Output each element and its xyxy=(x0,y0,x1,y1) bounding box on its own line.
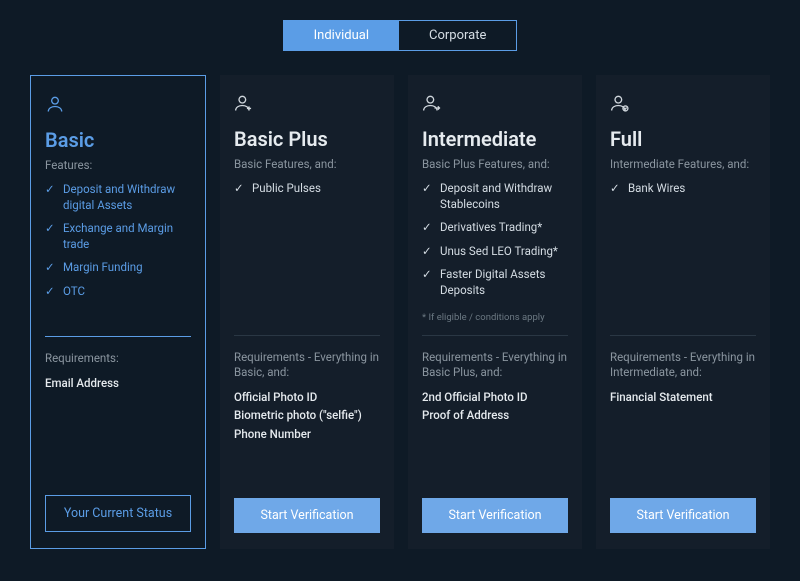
feature-item: Faster Digital Assets Deposits xyxy=(440,267,545,297)
tier-subtitle: Basic Features, and: xyxy=(234,157,380,171)
feature-item: Exchange and Margin trade xyxy=(63,221,173,251)
tier-title: Basic xyxy=(45,128,191,152)
tier-title: Basic Plus xyxy=(234,127,380,151)
requirement-item: Biometric photo ("selfie") xyxy=(234,408,380,424)
feature-item: Public Pulses xyxy=(252,181,321,195)
requirements-title: Requirements - Everything in Basic Plus,… xyxy=(422,350,568,380)
feature-item: Deposit and Withdraw Stablecoins xyxy=(440,181,552,211)
check-icon: ✓ xyxy=(45,260,55,276)
requirements-title: Requirements - Everything in Basic, and: xyxy=(234,350,380,380)
user-check-icon xyxy=(610,93,756,117)
requirements-title: Requirements: xyxy=(45,351,191,366)
divider xyxy=(45,336,191,337)
feature-item: Unus Sed LEO Trading* xyxy=(440,244,558,258)
feature-list: ✓ Deposit and Withdraw digital Assets ✓ Ex… xyxy=(45,182,191,307)
requirements-list: 2nd Official Photo ID Proof of Address xyxy=(422,390,568,427)
start-verification-button[interactable]: Start Verification xyxy=(422,498,568,533)
footnote: * If eligible / conditions apply xyxy=(422,312,568,323)
feature-item: Deposit and Withdraw digital Assets xyxy=(63,182,175,212)
tier-full: Full Intermediate Features, and: ✓ Bank W… xyxy=(596,75,770,549)
check-icon: ✓ xyxy=(45,182,55,198)
requirement-item: Phone Number xyxy=(234,427,380,443)
feature-item: Margin Funding xyxy=(63,260,143,274)
check-icon: ✓ xyxy=(610,181,620,197)
requirement-item: Proof of Address xyxy=(422,408,568,424)
tier-title: Intermediate xyxy=(422,127,568,151)
feature-item: Derivatives Trading* xyxy=(440,220,542,234)
check-icon: ✓ xyxy=(45,221,55,237)
tier-title: Full xyxy=(610,127,756,151)
tier-subtitle: Intermediate Features, and: xyxy=(610,157,756,171)
check-icon: ✓ xyxy=(422,267,432,283)
feature-list: ✓ Deposit and Withdraw Stablecoins ✓ Deriv… xyxy=(422,181,568,306)
check-icon: ✓ xyxy=(422,220,432,236)
divider xyxy=(234,335,380,336)
tier-subtitle: Basic Plus Features, and: xyxy=(422,157,568,171)
check-icon: ✓ xyxy=(234,181,244,197)
user-icon xyxy=(45,94,191,118)
feature-item: OTC xyxy=(63,284,85,298)
tier-cards: Basic Features: ✓ Deposit and Withdraw di… xyxy=(30,75,770,549)
requirements-list: Email Address xyxy=(45,376,191,395)
account-type-tabs: Individual Corporate xyxy=(30,20,770,51)
current-status-button[interactable]: Your Current Status xyxy=(45,495,191,532)
divider xyxy=(610,335,756,336)
tier-basic: Basic Features: ✓ Deposit and Withdraw di… xyxy=(30,75,206,549)
tab-corporate[interactable]: Corporate xyxy=(399,21,516,50)
feature-list: ✓ Bank Wires xyxy=(610,181,756,205)
tier-basic-plus: Basic Plus Basic Features, and: ✓ Public … xyxy=(220,75,394,549)
requirements-title: Requirements - Everything in Intermediat… xyxy=(610,350,756,380)
tier-intermediate: Intermediate Basic Plus Features, and: ✓… xyxy=(408,75,582,549)
check-icon: ✓ xyxy=(422,181,432,197)
user-arrow-icon xyxy=(422,93,568,117)
check-icon: ✓ xyxy=(422,244,432,260)
requirements-list: Official Photo ID Biometric photo ("self… xyxy=(234,390,380,446)
user-plus-icon xyxy=(234,93,380,117)
requirements-list: Financial Statement xyxy=(610,390,756,409)
requirement-item: Financial Statement xyxy=(610,390,756,406)
requirement-item: 2nd Official Photo ID xyxy=(422,390,568,406)
requirement-item: Official Photo ID xyxy=(234,390,380,406)
requirement-item: Email Address xyxy=(45,376,191,392)
check-icon: ✓ xyxy=(45,284,55,300)
tier-subtitle: Features: xyxy=(45,158,191,172)
divider xyxy=(422,335,568,336)
start-verification-button[interactable]: Start Verification xyxy=(610,498,756,533)
feature-list: ✓ Public Pulses xyxy=(234,181,380,205)
start-verification-button[interactable]: Start Verification xyxy=(234,498,380,533)
tab-individual[interactable]: Individual xyxy=(284,21,399,50)
feature-item: Bank Wires xyxy=(628,181,685,195)
